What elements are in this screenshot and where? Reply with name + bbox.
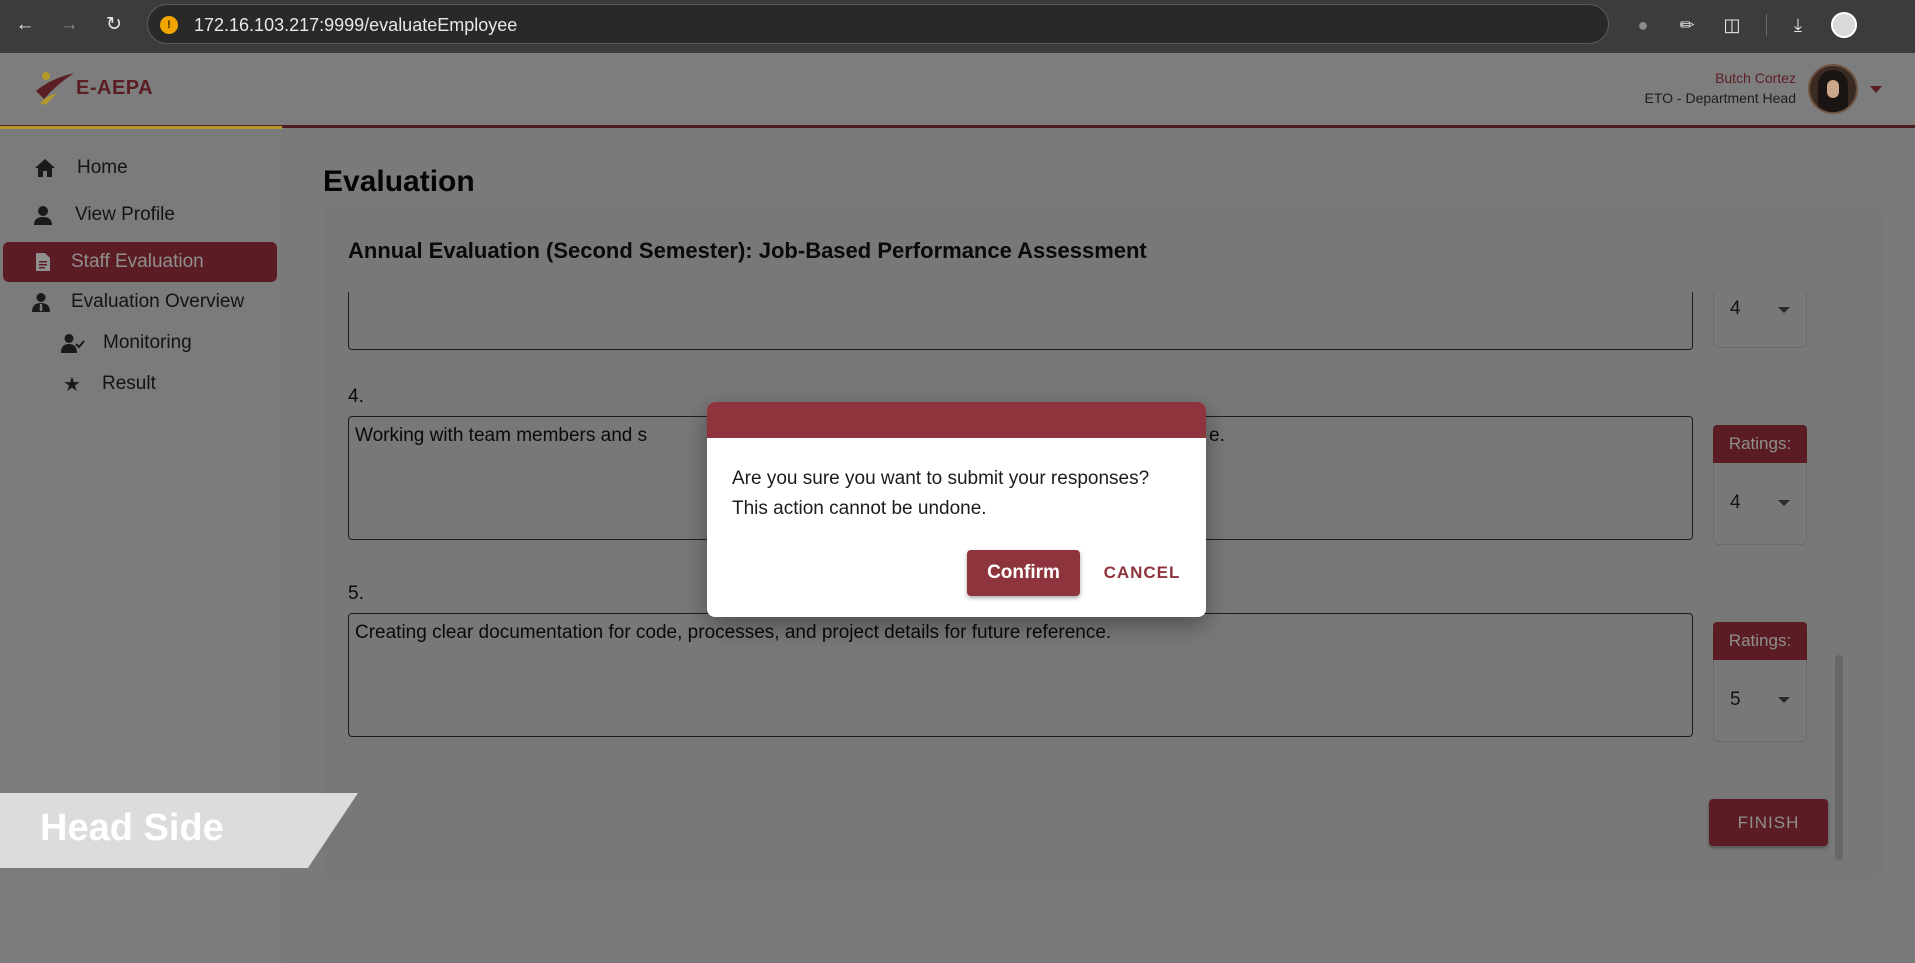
url-text: 172.16.103.217:9999/evaluateEmployee: [194, 15, 518, 35]
sidebar-item-staff-evaluation[interactable]: Staff Evaluation: [3, 242, 277, 282]
avatar[interactable]: [1808, 64, 1858, 114]
question-5-number: 5.: [348, 583, 364, 604]
back-arrow-icon[interactable]: ←: [12, 12, 38, 38]
toolbar-divider: [1766, 14, 1767, 36]
dialog-header: [707, 402, 1206, 438]
sidebar-item-monitoring[interactable]: Monitoring: [61, 323, 271, 363]
sidebar-item-label: Home: [77, 157, 128, 178]
rating-label: Ratings:: [1713, 622, 1807, 660]
sidebar-item-view-profile[interactable]: View Profile: [31, 195, 271, 235]
sidebar-item-result[interactable]: ★ Result: [60, 364, 270, 404]
eyedropper-icon[interactable]: ✏: [1674, 12, 1700, 38]
dialog-message: Are you sure you want to submit your res…: [732, 464, 1192, 524]
forward-arrow-icon[interactable]: →: [56, 12, 82, 38]
user-name: Butch Cortez: [1715, 70, 1796, 86]
question-4-rating-select[interactable]: Ratings: 4: [1713, 425, 1807, 545]
home-icon: [33, 156, 57, 180]
question-5-rating-select[interactable]: Ratings: 5: [1713, 622, 1807, 742]
sidebar-item-label: Evaluation Overview: [71, 291, 245, 312]
confirm-button[interactable]: Confirm: [967, 550, 1080, 596]
site-info-icon[interactable]: !: [160, 16, 178, 34]
rating-value: 4: [1730, 492, 1741, 513]
chevron-down-icon[interactable]: [1870, 86, 1882, 93]
head-side-label: Head Side: [40, 807, 224, 849]
logo-accent-bar: [0, 126, 282, 129]
sidebar-item-evaluation-overview[interactable]: Evaluation Overview: [29, 282, 279, 322]
logo-text: E-AEPA: [76, 77, 154, 99]
download-icon[interactable]: ⤓: [1785, 12, 1811, 38]
cancel-button[interactable]: CANCEL: [1092, 550, 1192, 596]
sidebar-item-home[interactable]: Home: [33, 148, 273, 188]
star-icon: ★: [63, 373, 81, 396]
caret-down-icon: [1778, 307, 1790, 313]
user-icon: [31, 203, 55, 227]
question-4-number: 4.: [348, 386, 364, 407]
user-tie-icon: [29, 290, 53, 314]
scrollbar[interactable]: [1835, 655, 1843, 860]
browser-profile-avatar[interactable]: [1831, 12, 1857, 38]
question-3-rating-select[interactable]: 4: [1713, 292, 1807, 348]
sidebar-item-label: View Profile: [75, 204, 175, 225]
dialog-message-line-2: This action cannot be undone.: [732, 498, 987, 519]
question-4-text: Working with team members and s: [355, 425, 648, 446]
question-5-text: Creating clear documentation for code, p…: [355, 622, 1112, 643]
question-4-text-end: e.: [1209, 425, 1225, 446]
user-role: ETO - Department Head: [1644, 90, 1796, 106]
app-header: E-AEPA Butch Cortez ETO - Department Hea…: [0, 53, 1915, 129]
question-3-textarea[interactable]: [348, 292, 1693, 350]
card-title: Annual Evaluation (Second Semester): Job…: [348, 238, 1147, 263]
rating-label: Ratings:: [1713, 425, 1807, 463]
dialog-message-line-1: Are you sure you want to submit your res…: [732, 468, 1150, 489]
head-side-banner: Head Side: [0, 793, 358, 868]
extensions-puzzle-icon[interactable]: ◫: [1719, 12, 1745, 38]
browser-toolbar: ← → ↻ ! 172.16.103.217:9999/evaluateEmpl…: [0, 0, 1915, 53]
logo-icon: [36, 72, 74, 105]
caret-down-icon: [1778, 500, 1790, 506]
extension-dot-icon[interactable]: ●: [1630, 12, 1656, 38]
address-bar[interactable]: ! 172.16.103.217:9999/evaluateEmployee: [147, 4, 1609, 44]
rating-value: 4: [1730, 298, 1741, 319]
rating-value: 5: [1730, 689, 1741, 710]
sidebar-item-label: Staff Evaluation: [71, 251, 204, 272]
page-title: Evaluation: [323, 165, 475, 198]
sidebar-item-label: Result: [102, 373, 156, 394]
document-icon: [31, 250, 55, 274]
reload-icon[interactable]: ↻: [101, 12, 127, 38]
sidebar-item-label: Monitoring: [103, 332, 192, 353]
user-check-icon: [61, 331, 85, 355]
confirm-dialog: Are you sure you want to submit your res…: [707, 402, 1206, 617]
question-5-textarea[interactable]: Creating clear documentation for code, p…: [348, 613, 1693, 737]
caret-down-icon: [1778, 697, 1790, 703]
finish-button[interactable]: FINISH: [1709, 799, 1828, 846]
